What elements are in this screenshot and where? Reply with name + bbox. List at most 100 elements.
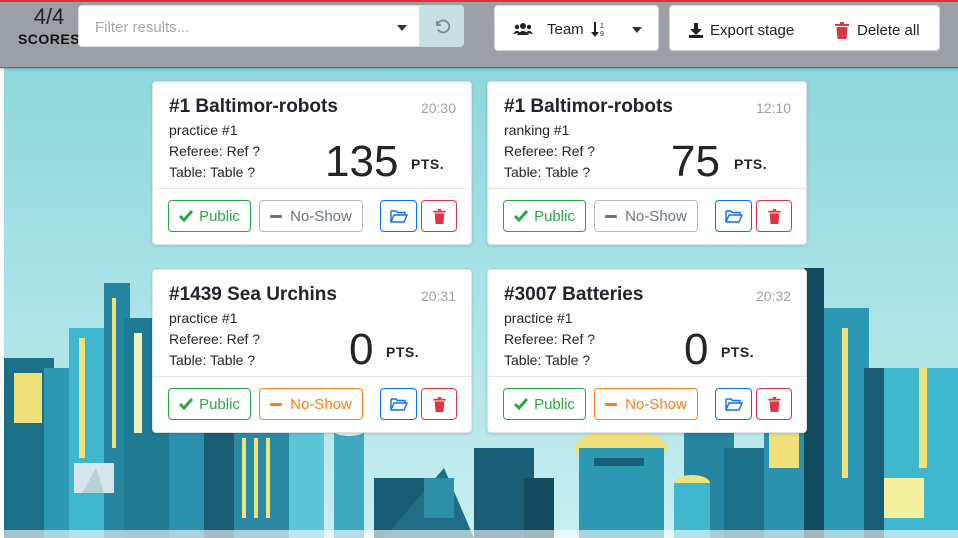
city-background-illustration (4, 68, 958, 538)
score-card-actions: Public No-Show (153, 188, 471, 244)
undo-icon (436, 19, 451, 34)
score-time: 12:10 (755, 100, 791, 116)
table-text: Table: Table ? (504, 352, 591, 368)
delete-all-button[interactable]: Delete all (835, 20, 920, 40)
public-button[interactable]: Public (168, 388, 251, 420)
trash-icon (835, 21, 849, 39)
stage-round: practice #1 (504, 310, 573, 326)
chevron-down-icon[interactable] (397, 25, 407, 31)
trash-icon (767, 396, 781, 412)
public-label: Public (534, 395, 575, 413)
people-icon (513, 23, 533, 35)
no-show-label: No-Show (290, 207, 352, 225)
check-icon (514, 398, 529, 410)
score-count-label: SCORES (17, 31, 81, 47)
delete-score-button[interactable] (756, 200, 792, 232)
stage-round: practice #1 (169, 122, 238, 138)
check-icon (179, 398, 194, 410)
minus-icon (605, 402, 618, 406)
team-title: #3007 Batteries (504, 284, 644, 305)
stage-round: ranking #1 (504, 122, 570, 138)
filter-placeholder: Filter results... (95, 19, 190, 36)
public-label: Public (199, 395, 240, 413)
score-count: 4/4 (33, 4, 65, 29)
score-time: 20:31 (420, 288, 456, 304)
no-show-button[interactable]: No-Show (259, 388, 363, 420)
team-title: #1439 Sea Urchins (169, 284, 337, 305)
no-show-button[interactable]: No-Show (594, 388, 698, 420)
minus-icon (270, 402, 283, 406)
folder-open-icon (724, 398, 743, 411)
download-icon (689, 23, 703, 38)
score-card: #1 Baltimor-robots 12:10 ranking #1 Refe… (487, 81, 807, 245)
svg-text:1: 1 (600, 23, 604, 30)
folder-open-icon (724, 210, 743, 223)
score-card-body: #3007 Batteries 20:32 practice #1 Refere… (488, 270, 806, 376)
open-scoresheet-button[interactable] (715, 200, 752, 232)
table-text: Table: Table ? (504, 164, 591, 180)
delete-all-label: Delete all (857, 21, 920, 39)
public-button[interactable]: Public (503, 200, 586, 232)
trash-icon (767, 208, 781, 224)
delete-score-button[interactable] (421, 200, 457, 232)
no-show-label: No-Show (290, 395, 352, 413)
score-value: 75 (671, 137, 720, 186)
no-show-label: No-Show (625, 207, 687, 225)
points-unit: PTS. (721, 344, 755, 360)
referee-text: Referee: Ref ? (504, 143, 596, 159)
trash-icon (432, 208, 446, 224)
referee-text: Referee: Ref ? (504, 331, 596, 347)
trash-icon (432, 396, 446, 412)
public-button[interactable]: Public (503, 388, 586, 420)
score-card-actions: Public No-Show (153, 376, 471, 432)
score-card-actions: Public No-Show (488, 188, 806, 244)
app-window: 4/4 SCORES Filter results... Team 1 9 Ex… (0, 0, 958, 538)
score-card: #1 Baltimor-robots 20:30 practice #1 Ref… (152, 81, 472, 245)
open-scoresheet-button[interactable] (380, 200, 417, 232)
score-card: #3007 Batteries 20:32 practice #1 Refere… (487, 269, 807, 433)
svg-text:9: 9 (600, 31, 604, 38)
score-time: 20:32 (755, 288, 791, 304)
public-button[interactable]: Public (168, 200, 251, 232)
score-value: 0 (349, 325, 374, 374)
delete-score-button[interactable] (756, 388, 792, 420)
no-show-label: No-Show (625, 395, 687, 413)
filter-input[interactable]: Filter results... (78, 5, 420, 47)
no-show-button[interactable]: No-Show (259, 200, 363, 232)
filter-group: Filter results... (78, 5, 464, 47)
check-icon (179, 210, 194, 222)
referee-text: Referee: Ref ? (169, 143, 261, 159)
sort-descending-icon: 1 9 (591, 22, 604, 38)
delete-score-button[interactable] (421, 388, 457, 420)
points-unit: PTS. (411, 156, 445, 172)
stage-actions: Export stage Delete all (669, 5, 940, 51)
score-value: 135 (325, 137, 399, 186)
folder-open-icon (389, 398, 408, 411)
sort-team-label: Team (547, 21, 584, 38)
export-stage-button[interactable]: Export stage (688, 20, 794, 40)
referee-text: Referee: Ref ? (169, 331, 261, 347)
open-scoresheet-button[interactable] (380, 388, 417, 420)
score-card-body: #1 Baltimor-robots 12:10 ranking #1 Refe… (488, 82, 806, 188)
score-card: #1439 Sea Urchins 20:31 practice #1 Refe… (152, 269, 472, 433)
points-unit: PTS. (734, 156, 768, 172)
folder-open-icon (389, 210, 408, 223)
score-card-body: #1 Baltimor-robots 20:30 practice #1 Ref… (153, 82, 471, 188)
score-card-body: #1439 Sea Urchins 20:31 practice #1 Refe… (153, 270, 471, 376)
chevron-down-icon (632, 27, 642, 33)
sort-team-dropdown[interactable]: Team 1 9 (494, 5, 659, 51)
table-text: Table: Table ? (169, 164, 256, 180)
public-label: Public (534, 207, 575, 225)
no-show-button[interactable]: No-Show (594, 200, 698, 232)
points-unit: PTS. (386, 344, 420, 360)
stage-round: practice #1 (169, 310, 238, 326)
open-scoresheet-button[interactable] (715, 388, 752, 420)
minus-icon (605, 214, 618, 218)
score-counter: 4/4 SCORES (14, 4, 84, 48)
score-card-actions: Public No-Show (488, 376, 806, 432)
check-icon (514, 210, 529, 222)
team-title: #1 Baltimor-robots (504, 96, 673, 117)
export-stage-label: Export stage (710, 21, 795, 39)
reset-filter-button[interactable] (420, 5, 464, 47)
team-title: #1 Baltimor-robots (169, 96, 338, 117)
